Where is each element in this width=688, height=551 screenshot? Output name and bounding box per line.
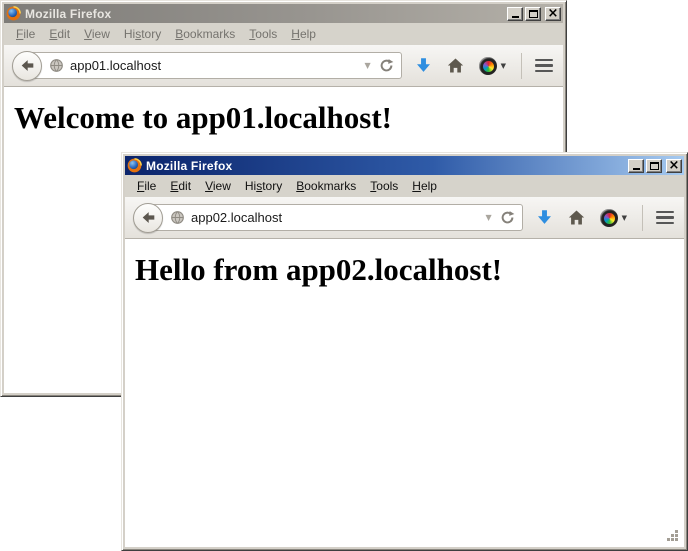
chevron-down-icon: ▼ [622,214,627,222]
menu-item-bookmarks[interactable]: Bookmarks [289,176,363,196]
back-arrow-icon [20,58,35,73]
minimize-button[interactable] [628,159,644,173]
menu-item-tools[interactable]: Tools [242,24,284,44]
download-button[interactable] [536,209,553,226]
reload-icon[interactable] [379,58,394,73]
menu-item-edit[interactable]: Edit [163,176,198,196]
window-title: Mozilla Firefox [25,7,507,21]
extension-lens-button[interactable]: ▼ [600,209,627,227]
back-arrow-icon [141,210,156,225]
page-heading: Welcome to app01.localhost! [14,100,555,136]
back-button[interactable] [12,51,42,81]
menu-button[interactable] [656,209,674,227]
url-text[interactable]: app01.localhost [70,58,356,73]
maximize-button[interactable] [646,159,662,173]
navigation-toolbar: app01.localhost ▼ ▼ [4,45,563,87]
minimize-icon [633,168,640,170]
menu-button[interactable] [535,57,553,75]
menu-item-bookmarks[interactable]: Bookmarks [168,24,242,44]
menu-item-file[interactable]: File [130,176,163,196]
toolbar-separator [642,205,643,231]
maximize-icon [529,10,538,18]
window-title: Mozilla Firefox [146,159,628,173]
menu-item-view[interactable]: View [77,24,117,44]
menu-item-file[interactable]: File [9,24,42,44]
menu-item-history[interactable]: History [238,176,289,196]
page-heading: Hello from app02.localhost! [135,252,676,288]
menu-item-view[interactable]: View [198,176,238,196]
close-icon: × [669,160,680,172]
close-button[interactable]: × [545,7,561,21]
menu-item-help[interactable]: Help [284,24,323,44]
minimize-button[interactable] [507,7,523,21]
home-button[interactable] [568,209,585,226]
minimize-icon [512,16,519,18]
titlebar[interactable]: Mozilla Firefox × [4,4,563,23]
url-dropdown-icon[interactable]: ▼ [477,213,499,222]
url-text[interactable]: app02.localhost [191,210,477,225]
titlebar[interactable]: Mozilla Firefox × [125,156,684,175]
menu-bar: FileEditViewHistoryBookmarksToolsHelp [125,175,684,197]
menu-item-edit[interactable]: Edit [42,24,77,44]
menu-item-help[interactable]: Help [405,176,444,196]
lens-icon [479,57,497,75]
firefox-window-app02: Mozilla Firefox × FileEditViewHistoryBoo… [121,152,688,551]
extension-lens-button[interactable]: ▼ [479,57,506,75]
globe-icon[interactable] [170,210,185,225]
back-button[interactable] [133,203,163,233]
maximize-icon [650,162,659,170]
resize-grip[interactable] [667,530,670,533]
firefox-logo-icon [127,158,142,173]
close-button[interactable]: × [666,159,682,173]
close-icon: × [548,8,559,20]
chevron-down-icon: ▼ [501,62,506,70]
home-button[interactable] [447,57,464,74]
url-bar[interactable]: app01.localhost ▼ [27,52,402,79]
navigation-toolbar: app02.localhost ▼ ▼ [125,197,684,239]
lens-icon [600,209,618,227]
maximize-button[interactable] [525,7,541,21]
firefox-logo-icon [6,6,21,21]
reload-icon[interactable] [500,210,515,225]
url-dropdown-icon[interactable]: ▼ [356,61,378,70]
url-bar[interactable]: app02.localhost ▼ [148,204,523,231]
toolbar-separator [521,53,522,79]
menu-item-history[interactable]: History [117,24,168,44]
menu-bar: FileEditViewHistoryBookmarksToolsHelp [4,23,563,45]
download-button[interactable] [415,57,432,74]
page-content: Hello from app02.localhost! [125,239,684,547]
globe-icon[interactable] [49,58,64,73]
menu-item-tools[interactable]: Tools [363,176,405,196]
